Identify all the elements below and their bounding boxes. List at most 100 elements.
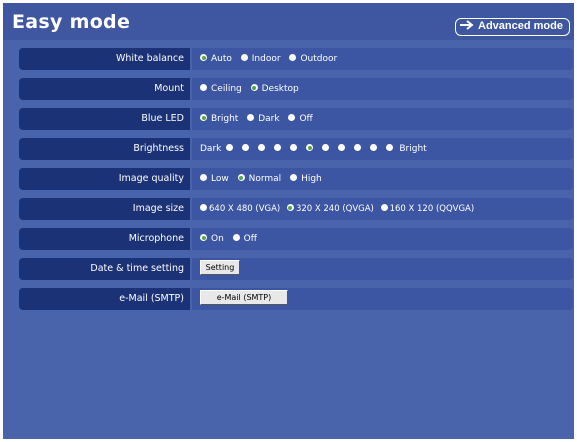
radio-quality-high[interactable]: High	[290, 168, 322, 190]
option-label: Indoor	[251, 54, 281, 64]
white-balance-options: Auto Indoor Outdoor	[192, 48, 573, 70]
radio-selected-icon	[200, 54, 207, 61]
advanced-mode-button[interactable]: Advanced mode	[455, 18, 570, 36]
radio-selected-icon	[200, 234, 207, 241]
radio-blue-led-off[interactable]: Off	[288, 108, 313, 130]
row-image-size: Image size 640 X 480 (VGA) 320 X 240 (QV…	[19, 198, 573, 220]
radio-brightness-level-3[interactable]	[258, 138, 266, 160]
option-label: Normal	[248, 174, 282, 184]
radio-icon	[226, 144, 234, 151]
radio-size-qvga[interactable]: 320 X 240 (QVGA)	[286, 198, 374, 220]
radio-icon	[200, 174, 207, 181]
arrow-right-icon	[460, 19, 476, 34]
row-microphone: Microphone On Off	[19, 228, 573, 250]
mount-label: Mount	[19, 78, 190, 100]
radio-icon	[354, 144, 362, 151]
email-smtp-button[interactable]: e-Mail (SMTP)	[200, 290, 288, 305]
image-quality-label: Image quality	[19, 168, 190, 190]
option-label: Desktop	[261, 84, 299, 94]
option-label: Bright	[211, 114, 239, 124]
option-label: 640 X 480 (VGA)	[209, 204, 281, 214]
radio-brightness-level-9[interactable]	[354, 138, 362, 160]
radio-icon	[289, 54, 297, 61]
email-controls: e-Mail (SMTP)	[192, 288, 573, 310]
radio-selected-icon	[286, 204, 294, 211]
radio-size-qqvga[interactable]: 160 X 120 (QQVGA)	[380, 198, 474, 220]
radio-icon	[240, 54, 248, 61]
radio-brightness-level-7[interactable]	[322, 138, 330, 160]
radio-blue-led-dark[interactable]: Dark	[247, 108, 280, 130]
row-brightness: Brightness Dark Bright	[19, 138, 573, 160]
option-label: Auto	[211, 54, 232, 64]
date-time-controls: Setting	[192, 258, 573, 280]
radio-brightness-level-6[interactable]	[306, 138, 314, 160]
image-size-options: 640 X 480 (VGA) 320 X 240 (QVGA) 160 X 1…	[192, 198, 573, 220]
radio-mount-desktop[interactable]: Desktop	[250, 78, 299, 100]
radio-selected-icon	[306, 144, 314, 151]
option-label: Ceiling	[211, 84, 242, 94]
option-label: Off	[299, 114, 313, 124]
radio-brightness-level-8[interactable]	[338, 138, 346, 160]
option-label: Dark	[258, 114, 280, 124]
mount-options: Ceiling Desktop	[192, 78, 573, 100]
radio-icon	[247, 114, 255, 121]
radio-icon	[290, 174, 298, 181]
radio-selected-icon	[237, 174, 245, 181]
radio-white-balance-outdoor[interactable]: Outdoor	[289, 48, 337, 70]
radio-icon	[242, 144, 250, 151]
radio-icon	[200, 84, 207, 91]
radio-icon	[386, 144, 394, 151]
radio-brightness-level-10[interactable]	[370, 138, 378, 160]
radio-microphone-on[interactable]: On	[200, 228, 224, 250]
radio-icon	[232, 234, 240, 241]
brightness-scale: Dark Bright	[192, 138, 573, 160]
radio-icon	[322, 144, 330, 151]
row-image-quality: Image quality Low Normal High	[19, 168, 573, 190]
radio-icon	[288, 114, 296, 121]
row-white-balance: White balance Auto Indoor Outdoor	[19, 48, 573, 70]
radio-quality-low[interactable]: Low	[200, 168, 229, 190]
row-date-time: Date & time setting Setting	[19, 258, 573, 280]
brightness-bright-label: Bright	[399, 144, 427, 154]
radio-icon	[370, 144, 378, 151]
radio-mount-ceiling[interactable]: Ceiling	[200, 78, 242, 100]
advanced-mode-label: Advanced mode	[478, 20, 563, 32]
radio-quality-normal[interactable]: Normal	[237, 168, 282, 190]
radio-brightness-level-2[interactable]	[242, 138, 250, 160]
email-label: e-Mail (SMTP)	[19, 288, 190, 310]
date-time-label: Date & time setting	[19, 258, 190, 280]
radio-brightness-level-1[interactable]	[226, 138, 234, 160]
row-email: e-Mail (SMTP) e-Mail (SMTP)	[19, 288, 573, 310]
image-size-label: Image size	[19, 198, 190, 220]
radio-size-vga[interactable]: 640 X 480 (VGA)	[200, 198, 280, 220]
image-quality-options: Low Normal High	[192, 168, 573, 190]
radio-white-balance-auto[interactable]: Auto	[200, 48, 232, 70]
radio-brightness-level-11[interactable]	[386, 138, 394, 160]
radio-brightness-level-4[interactable]	[274, 138, 282, 160]
option-label: 320 X 240 (QVGA)	[295, 204, 374, 214]
brightness-dark-label: Dark	[200, 144, 222, 154]
blue-led-options: Bright Dark Off	[192, 108, 573, 130]
radio-icon	[200, 204, 207, 211]
header-bar: Easy mode Advanced mode	[3, 3, 574, 40]
blue-led-label: Blue LED	[19, 108, 190, 130]
radio-blue-led-bright[interactable]: Bright	[200, 108, 238, 130]
row-blue-led: Blue LED Bright Dark Off	[19, 108, 573, 130]
page-title: Easy mode	[12, 11, 131, 33]
microphone-options: On Off	[192, 228, 573, 250]
brightness-levels	[226, 144, 402, 154]
radio-microphone-off[interactable]: Off	[232, 228, 257, 250]
easy-mode-panel: Easy mode Advanced mode White balance Au…	[3, 3, 574, 439]
radio-icon	[274, 144, 282, 151]
radio-selected-icon	[250, 84, 258, 91]
white-balance-label: White balance	[19, 48, 190, 70]
brightness-label: Brightness	[19, 138, 190, 160]
radio-icon	[258, 144, 266, 151]
radio-white-balance-indoor[interactable]: Indoor	[240, 48, 281, 70]
option-label: On	[211, 234, 224, 244]
option-label: Outdoor	[300, 54, 338, 64]
radio-brightness-level-5[interactable]	[290, 138, 298, 160]
date-time-setting-button[interactable]: Setting	[200, 260, 240, 275]
option-label: Low	[211, 174, 229, 184]
microphone-label: Microphone	[19, 228, 190, 250]
